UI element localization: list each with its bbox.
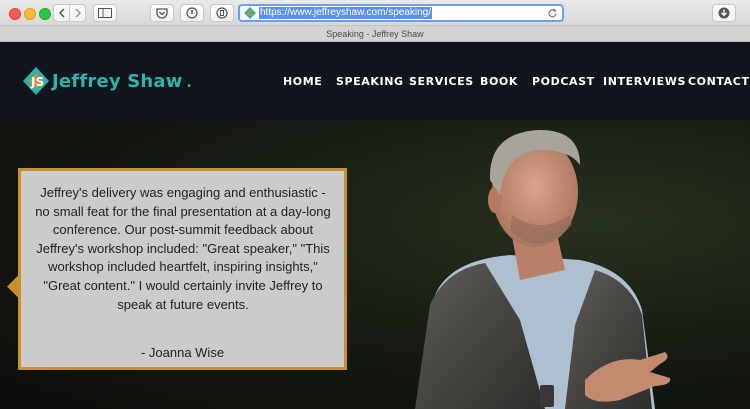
address-bar[interactable]: https://www.jeffreyshaw.com/speaking/	[238, 4, 564, 22]
testimonial-quote: Jeffrey's delivery was engaging and enth…	[35, 185, 331, 312]
chevron-right-icon	[74, 8, 81, 18]
back-button[interactable]	[53, 4, 70, 22]
tab-bar[interactable]: Speaking - Jeffrey Shaw	[0, 26, 750, 42]
testimonial-card: Jeffrey's delivery was engaging and enth…	[18, 168, 347, 370]
extension-button[interactable]	[180, 4, 204, 22]
shield-icon	[186, 7, 198, 19]
zoom-window-button[interactable]	[39, 8, 51, 20]
close-window-button[interactable]	[9, 8, 21, 20]
nav-speaking[interactable]: SPEAKING	[336, 75, 404, 88]
tab-title: Speaking - Jeffrey Shaw	[326, 28, 424, 39]
chevron-left-icon	[58, 8, 65, 18]
testimonial-author: - Joanna Wise	[140, 345, 225, 360]
speaker-photo	[415, 130, 671, 409]
nav-contact[interactable]: CONTACT	[688, 75, 750, 88]
extension-button-2[interactable]	[210, 4, 234, 22]
minimize-window-button[interactable]	[24, 8, 36, 20]
browser-toolbar: https://www.jeffreyshaw.com/speaking/	[0, 0, 750, 26]
main-nav: HOME SPEAKING SERVICES BOOK PODCAST INTE…	[0, 75, 750, 89]
site-favicon-icon	[244, 7, 256, 19]
download-icon	[718, 7, 730, 19]
nav-home[interactable]: HOME	[283, 75, 322, 88]
info-icon	[216, 7, 228, 19]
pocket-button[interactable]	[150, 4, 174, 22]
pocket-icon	[156, 7, 168, 19]
nav-services[interactable]: SERVICES	[409, 75, 474, 88]
hero-section: Jeffrey's delivery was engaging and enth…	[0, 120, 750, 409]
nav-book[interactable]: BOOK	[480, 75, 518, 88]
nav-podcast[interactable]: PODCAST	[532, 75, 595, 88]
forward-button[interactable]	[69, 4, 86, 22]
reload-icon[interactable]	[547, 8, 558, 19]
url-text: https://www.jeffreyshaw.com/speaking/	[259, 7, 433, 19]
sidebar-icon	[98, 8, 112, 18]
site-header: JS Jeffrey Shaw . HOME SPEAKING SERVICES…	[0, 42, 750, 120]
downloads-button[interactable]	[712, 4, 736, 22]
nav-interviews[interactable]: INTERVIEWS	[603, 75, 686, 88]
sidebar-button[interactable]	[93, 4, 117, 22]
